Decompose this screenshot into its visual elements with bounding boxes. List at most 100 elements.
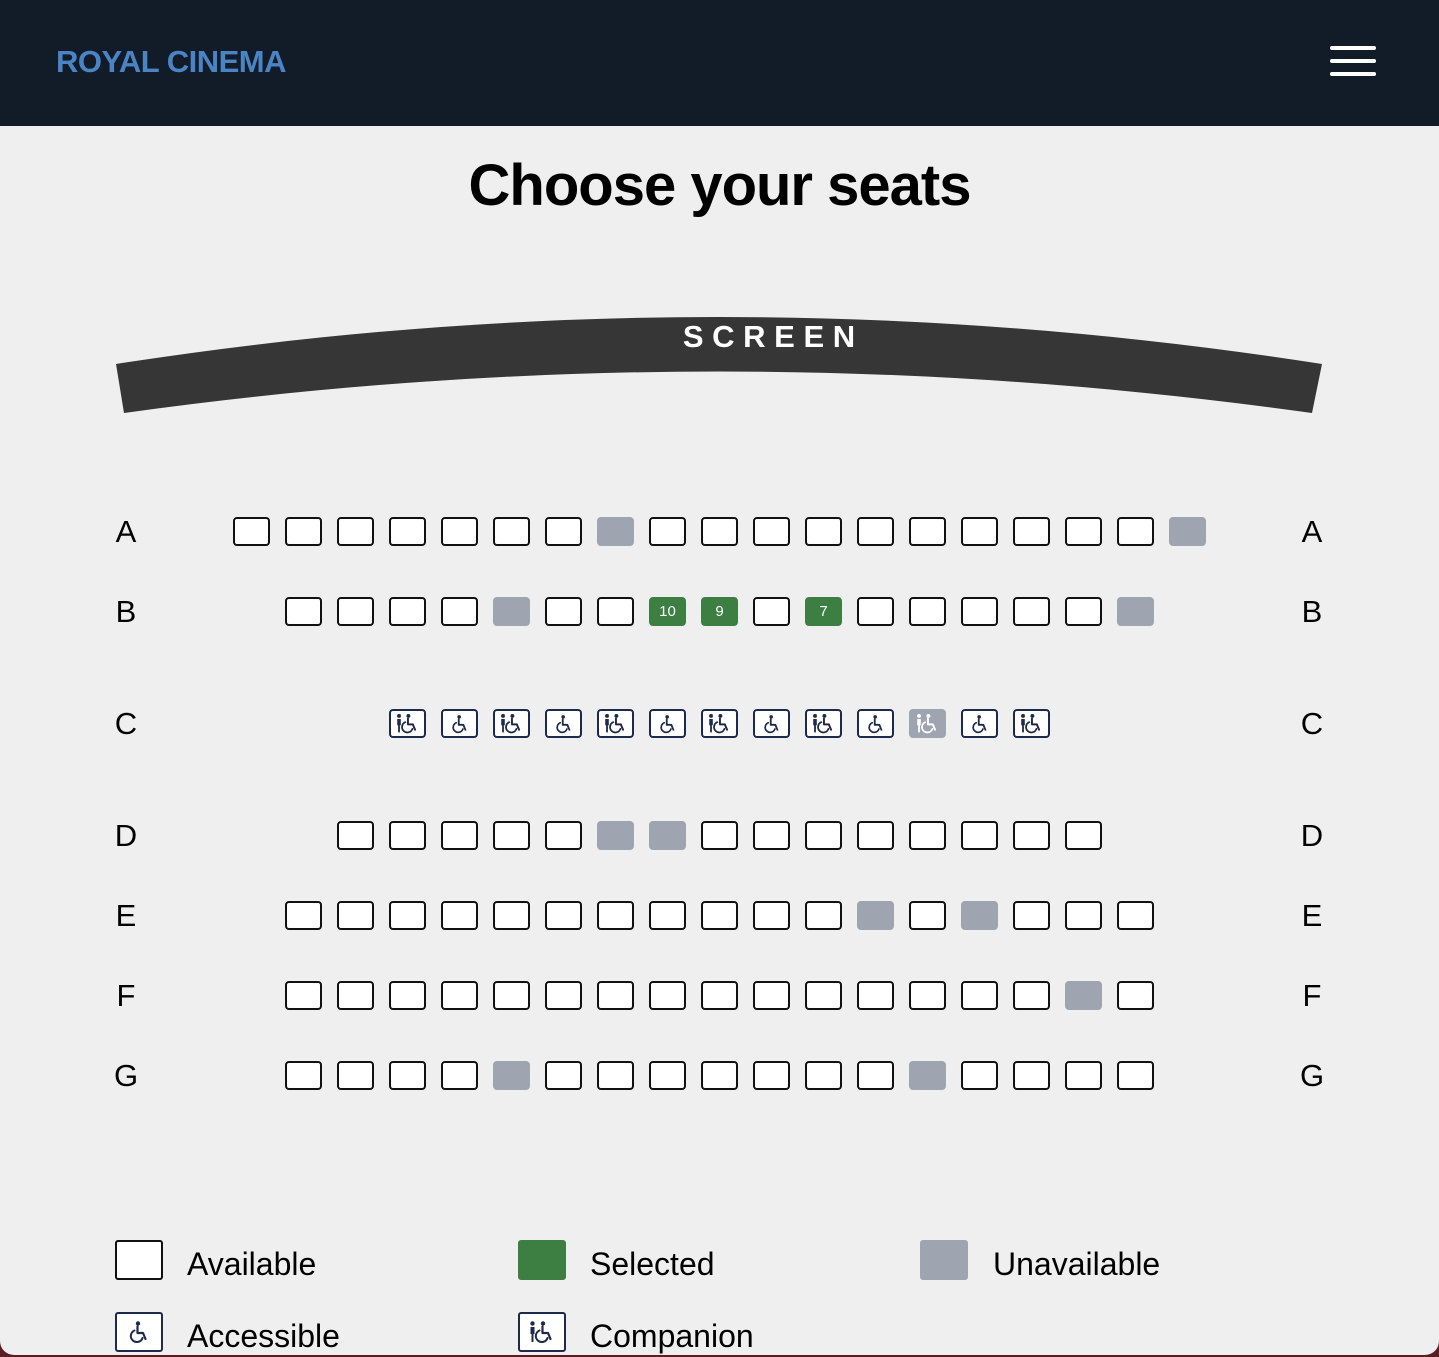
seat-f-8[interactable] [649,981,686,1010]
seat-g-17[interactable] [1117,1061,1154,1090]
seat-a-1[interactable] [233,517,270,546]
seat-d-5[interactable] [545,821,582,850]
seat-d-14[interactable] [1013,821,1050,850]
seat-a-17[interactable] [1065,517,1102,546]
seat-c-9[interactable] [805,709,842,738]
seat-e-3[interactable] [389,901,426,930]
seat-d-10[interactable] [805,821,842,850]
seat-g-12[interactable] [857,1061,894,1090]
seat-g-14[interactable] [961,1061,998,1090]
seat-e-13[interactable] [909,901,946,930]
seat-e-5[interactable] [493,901,530,930]
seat-a-10[interactable] [701,517,738,546]
seat-f-12[interactable] [857,981,894,1010]
seat-g-6[interactable] [545,1061,582,1090]
seat-b-8[interactable]: 10 [649,597,686,626]
seat-c-3[interactable] [493,709,530,738]
seat-d-9[interactable] [753,821,790,850]
seat-a-3[interactable] [337,517,374,546]
seat-a-9[interactable] [649,517,686,546]
seat-b-9[interactable]: 9 [701,597,738,626]
seat-c-7[interactable] [701,709,738,738]
seat-d-11[interactable] [857,821,894,850]
seat-g-1[interactable] [285,1061,322,1090]
seat-d-3[interactable] [441,821,478,850]
seat-e-6[interactable] [545,901,582,930]
seat-d-2[interactable] [389,821,426,850]
seat-b-15[interactable] [1013,597,1050,626]
seat-g-7[interactable] [597,1061,634,1090]
seat-e-11[interactable] [805,901,842,930]
seat-a-6[interactable] [493,517,530,546]
seat-a-16[interactable] [1013,517,1050,546]
seat-b-12[interactable] [857,597,894,626]
seat-a-5[interactable] [441,517,478,546]
seat-b-7[interactable] [597,597,634,626]
seat-a-18[interactable] [1117,517,1154,546]
seat-d-15[interactable] [1065,821,1102,850]
seat-d-1[interactable] [337,821,374,850]
seat-g-9[interactable] [701,1061,738,1090]
seat-g-15[interactable] [1013,1061,1050,1090]
seat-b-14[interactable] [961,597,998,626]
seat-c-6[interactable] [649,709,686,738]
brand-logo[interactable]: ROYAL CINEMA [56,44,286,80]
seat-e-15[interactable] [1013,901,1050,930]
seat-b-10[interactable] [753,597,790,626]
seat-d-8[interactable] [701,821,738,850]
seat-e-4[interactable] [441,901,478,930]
seat-f-10[interactable] [753,981,790,1010]
seat-e-17[interactable] [1117,901,1154,930]
seat-d-13[interactable] [961,821,998,850]
seat-d-4[interactable] [493,821,530,850]
seat-e-8[interactable] [649,901,686,930]
seat-e-2[interactable] [337,901,374,930]
seat-b-1[interactable] [285,597,322,626]
seat-f-13[interactable] [909,981,946,1010]
seat-e-9[interactable] [701,901,738,930]
seat-g-16[interactable] [1065,1061,1102,1090]
seat-g-10[interactable] [753,1061,790,1090]
seat-a-12[interactable] [805,517,842,546]
seat-f-1[interactable] [285,981,322,1010]
seat-a-4[interactable] [389,517,426,546]
seat-f-3[interactable] [389,981,426,1010]
seat-b-4[interactable] [441,597,478,626]
seat-c-1[interactable] [389,709,426,738]
seat-a-14[interactable] [909,517,946,546]
seat-f-4[interactable] [441,981,478,1010]
seat-a-2[interactable] [285,517,322,546]
seat-f-15[interactable] [1013,981,1050,1010]
seat-f-6[interactable] [545,981,582,1010]
seat-a-7[interactable] [545,517,582,546]
seat-f-11[interactable] [805,981,842,1010]
seat-d-12[interactable] [909,821,946,850]
seat-a-15[interactable] [961,517,998,546]
seat-f-14[interactable] [961,981,998,1010]
seat-c-2[interactable] [441,709,478,738]
seat-f-2[interactable] [337,981,374,1010]
seat-b-6[interactable] [545,597,582,626]
seat-c-10[interactable] [857,709,894,738]
seat-c-8[interactable] [753,709,790,738]
seat-e-7[interactable] [597,901,634,930]
seat-g-8[interactable] [649,1061,686,1090]
seat-c-12[interactable] [961,709,998,738]
seat-a-11[interactable] [753,517,790,546]
seat-c-4[interactable] [545,709,582,738]
seat-g-11[interactable] [805,1061,842,1090]
seat-f-5[interactable] [493,981,530,1010]
seat-g-3[interactable] [389,1061,426,1090]
seat-g-4[interactable] [441,1061,478,1090]
seat-c-5[interactable] [597,709,634,738]
seat-g-2[interactable] [337,1061,374,1090]
seat-b-3[interactable] [389,597,426,626]
seat-b-16[interactable] [1065,597,1102,626]
hamburger-menu-icon[interactable] [1330,46,1376,78]
seat-a-13[interactable] [857,517,894,546]
seat-c-13[interactable] [1013,709,1050,738]
seat-b-13[interactable] [909,597,946,626]
seat-e-16[interactable] [1065,901,1102,930]
seat-f-7[interactable] [597,981,634,1010]
seat-f-17[interactable] [1117,981,1154,1010]
